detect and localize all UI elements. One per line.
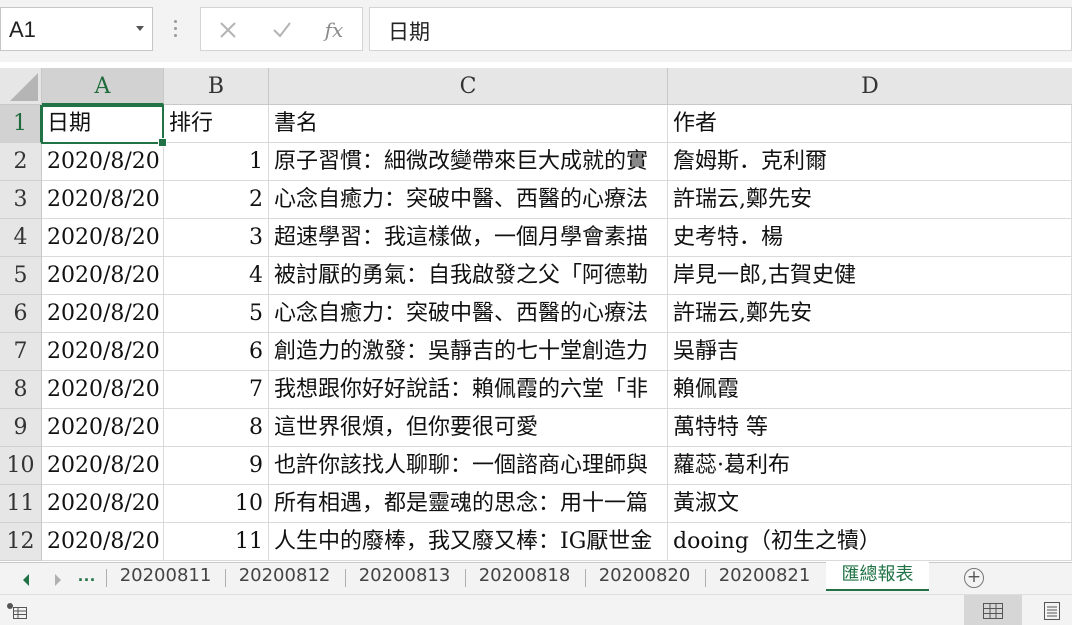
sheet-tab[interactable]: 20200812	[227, 563, 342, 591]
formula-content: 日期	[388, 20, 430, 44]
cell-title[interactable]: 超速學習：我這樣做，一個月學會素描	[269, 219, 668, 257]
sheet-tab-active[interactable]: 匯總報表	[826, 562, 929, 591]
cell-rank[interactable]: 6	[164, 333, 269, 371]
cell-title[interactable]: 原子習慣：細微改變帶來巨大成就的實	[269, 143, 668, 181]
cell-author[interactable]: 詹姆斯．克利爾	[668, 143, 1072, 181]
cell-title[interactable]: 這世界很煩，但你要很可愛	[269, 409, 668, 447]
cell-rank[interactable]: 8	[164, 409, 269, 447]
row-header[interactable]: 2	[0, 143, 42, 181]
check-icon[interactable]	[267, 15, 297, 45]
sheet-tab[interactable]: 20200811	[108, 563, 223, 591]
more-sheets-button[interactable]: ...	[78, 565, 96, 586]
chevron-right-icon[interactable]	[48, 570, 68, 590]
macro-record-icon[interactable]	[6, 602, 28, 620]
cell-title[interactable]: 也許你該找人聊聊：一個諮商心理師與	[269, 447, 668, 485]
cell-author[interactable]: 許瑞云,鄭先安	[668, 181, 1072, 219]
cell-rank[interactable]: 1	[164, 143, 269, 181]
column-header-b[interactable]: B	[164, 68, 269, 105]
sheet-tab[interactable]: 20200818	[467, 563, 582, 591]
cell-rank[interactable]: 7	[164, 371, 269, 409]
name-box[interactable]: A1	[0, 7, 153, 51]
cell-author[interactable]: 萬特特 等	[668, 409, 1072, 447]
status-bar	[0, 594, 1072, 625]
row-header[interactable]: 10	[0, 447, 42, 485]
cell-date[interactable]: 2020/8/20	[42, 371, 164, 409]
cell-author[interactable]: 蘿蕊·葛利布	[668, 447, 1072, 485]
cell-author[interactable]: 許瑞云,鄭先安	[668, 295, 1072, 333]
cell-rank[interactable]: 10	[164, 485, 269, 523]
row-header[interactable]: 7	[0, 333, 42, 371]
cell-date[interactable]: 2020/8/20	[42, 447, 164, 485]
sheet-tab-bar: ... 20200811 20200812 20200813 20200818 …	[0, 562, 1072, 594]
add-sheet-button[interactable]: +	[964, 568, 984, 588]
name-box-value: A1	[9, 17, 36, 42]
cell-date[interactable]: 2020/8/20	[42, 143, 164, 181]
cell-date[interactable]: 2020/8/20	[42, 219, 164, 257]
row-header[interactable]: 6	[0, 295, 42, 333]
cell-author[interactable]: 岸見一郎,古賀史健	[668, 257, 1072, 295]
cell-a1[interactable]: 日期	[42, 105, 164, 143]
row-header[interactable]: 3	[0, 181, 42, 219]
cell-date[interactable]: 2020/8/20	[42, 181, 164, 219]
cell-title[interactable]: 心念自癒力：突破中醫、西醫的心療法	[269, 295, 668, 333]
cell-author[interactable]: dooing（初生之犢）	[668, 523, 1072, 561]
sheet-tab[interactable]: 20200821	[707, 563, 822, 591]
column-header-c[interactable]: C	[269, 68, 668, 105]
formula-bar: A1 fx 日期	[0, 0, 1072, 63]
cell-author[interactable]: 史考特．楊	[668, 219, 1072, 257]
grip-icon[interactable]	[174, 20, 178, 40]
cell-date[interactable]: 2020/8/20	[42, 257, 164, 295]
cell-author[interactable]: 賴佩霞	[668, 371, 1072, 409]
cell-c1[interactable]: 書名	[269, 105, 668, 143]
select-all-button[interactable]	[0, 68, 42, 105]
cell-date[interactable]: 2020/8/20	[42, 333, 164, 371]
row-header[interactable]: 8	[0, 371, 42, 409]
row-header[interactable]: 9	[0, 409, 42, 447]
cell-title[interactable]: 所有相遇，都是靈魂的思念：用十一篇	[269, 485, 668, 523]
formula-input[interactable]: 日期	[369, 7, 1072, 51]
row-header[interactable]: 11	[0, 485, 42, 523]
cell-date[interactable]: 2020/8/20	[42, 295, 164, 333]
cell-date[interactable]: 2020/8/20	[42, 409, 164, 447]
sheet-tab[interactable]: 20200820	[587, 563, 702, 591]
cell-rank[interactable]: 11	[164, 523, 269, 561]
cell-date[interactable]: 2020/8/20	[42, 523, 164, 561]
cell-rank[interactable]: 3	[164, 219, 269, 257]
column-header-d[interactable]: D	[668, 68, 1072, 105]
formula-buttons: fx	[200, 7, 363, 51]
row-header[interactable]: 5	[0, 257, 42, 295]
chevron-left-icon[interactable]	[16, 570, 36, 590]
insert-function-button[interactable]: fx	[319, 15, 349, 45]
x-icon[interactable]	[213, 15, 243, 45]
cell-title[interactable]: 被討厭的勇氣：自我啟發之父「阿德勒	[269, 257, 668, 295]
excel-window: A1 fx 日期 A B C D 1 日期 排行 書名 作者 2 2020/8/2…	[0, 0, 1072, 625]
cell-title[interactable]: 人生中的廢棒，我又廢又棒：IG厭世金	[269, 523, 668, 561]
cell-rank[interactable]: 2	[164, 181, 269, 219]
cell-b1[interactable]: 排行	[164, 105, 269, 143]
normal-view-icon[interactable]	[964, 595, 1022, 625]
cell-d1[interactable]: 作者	[668, 105, 1072, 143]
row-header[interactable]: 1	[0, 105, 42, 143]
cell-date[interactable]: 2020/8/20	[42, 485, 164, 523]
chevron-down-icon[interactable]	[136, 26, 144, 31]
row-header[interactable]: 4	[0, 219, 42, 257]
cell-rank[interactable]: 9	[164, 447, 269, 485]
cell-title[interactable]: 心念自癒力：突破中醫、西醫的心療法	[269, 181, 668, 219]
worksheet-grid: A B C D 1 日期 排行 書名 作者 2 2020/8/20 1 原子習慣：細微…	[0, 62, 1072, 562]
cell-author[interactable]: 吳靜吉	[668, 333, 1072, 371]
row-header[interactable]: 12	[0, 523, 42, 561]
sheet-tab[interactable]: 20200813	[347, 563, 462, 591]
column-header-a[interactable]: A	[42, 68, 164, 105]
cell-title[interactable]: 創造力的激發：吳靜吉的七十堂創造力	[269, 333, 668, 371]
cell-rank[interactable]: 4	[164, 257, 269, 295]
page-layout-view-icon[interactable]	[1032, 595, 1072, 625]
cell-title[interactable]: 我想跟你好好說話：賴佩霞的六堂「非	[269, 371, 668, 409]
cell-author[interactable]: 黃淑文	[668, 485, 1072, 523]
cell-rank[interactable]: 5	[164, 295, 269, 333]
